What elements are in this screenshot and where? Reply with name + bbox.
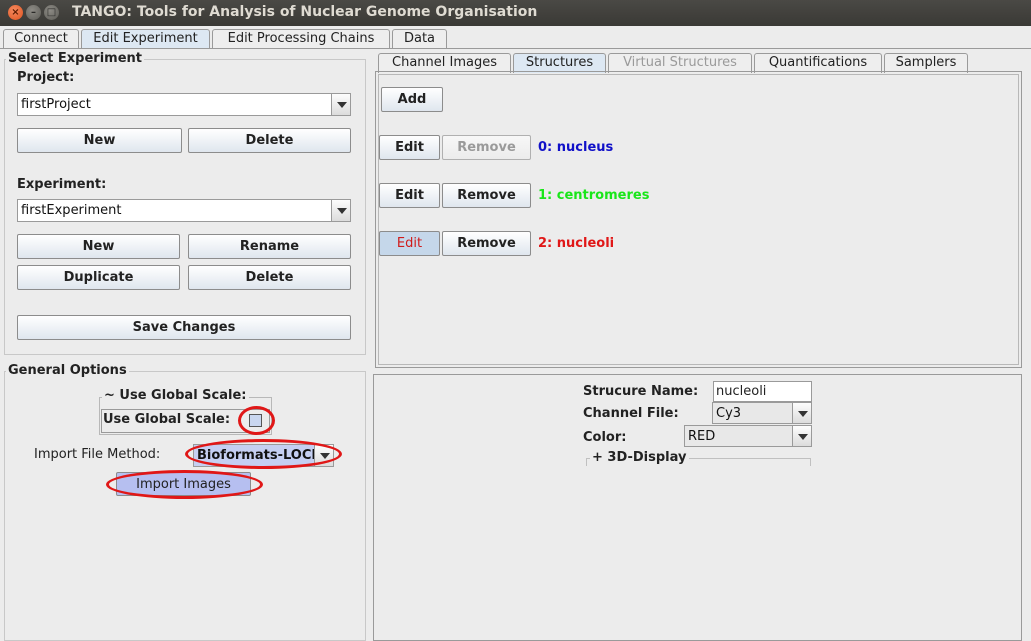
import-method-label: Import File Method:	[34, 447, 161, 462]
window-title: TANGO: Tools for Analysis of Nuclear Gen…	[72, 4, 538, 20]
add-structure-button[interactable]: Add	[381, 87, 443, 112]
project-select[interactable]: firstProject	[17, 93, 351, 116]
color-label: Color:	[583, 430, 627, 445]
chevron-down-icon[interactable]	[314, 445, 333, 466]
save-changes-button[interactable]: Save Changes	[17, 315, 351, 340]
close-window-button[interactable]: ×	[8, 5, 23, 20]
use-global-scale-checkbox[interactable]	[249, 414, 262, 427]
structure-name-input[interactable]: nucleoli	[713, 381, 812, 402]
experiment-label: Experiment:	[17, 177, 107, 192]
delete-experiment-button[interactable]: Delete	[188, 265, 351, 290]
structure-label: 0: nucleus	[538, 140, 613, 155]
channel-file-select[interactable]: Cy3	[712, 402, 812, 424]
structure-name: 2: nucleoli	[538, 236, 615, 251]
edit-structure-button[interactable]: Edit	[379, 183, 440, 208]
tab-edit-experiment[interactable]: Edit Experiment	[81, 29, 210, 49]
tab-connect[interactable]: Connect	[3, 29, 79, 49]
maximize-window-button[interactable]: □	[44, 5, 59, 20]
tab-samplers[interactable]: Samplers	[884, 53, 968, 73]
edit-structure-button[interactable]: Edit	[379, 231, 440, 256]
structure-name-label: Strucure Name:	[583, 384, 699, 399]
chevron-down-icon[interactable]	[792, 426, 811, 446]
duplicate-experiment-button[interactable]: Duplicate	[17, 265, 180, 290]
structure-label: 2: nucleoli	[538, 236, 614, 251]
general-options-title: General Options	[6, 363, 129, 378]
experiment-select[interactable]: firstExperiment	[17, 199, 351, 222]
structure-name: 1: centromeres	[538, 188, 650, 203]
title-bar: × – □ TANGO: Tools for Analysis of Nucle…	[0, 0, 1031, 26]
chevron-down-icon[interactable]	[792, 403, 811, 423]
select-experiment-title: Select Experiment	[6, 51, 144, 66]
minimize-window-button[interactable]: –	[26, 5, 41, 20]
chevron-down-icon[interactable]	[331, 94, 350, 115]
tab-data[interactable]: Data	[392, 29, 447, 49]
color-value: RED	[688, 429, 716, 444]
import-images-button[interactable]: Import Images	[116, 472, 251, 496]
edit-structure-button[interactable]: Edit	[379, 135, 440, 160]
delete-project-button[interactable]: Delete	[188, 128, 351, 153]
import-method-value: Bioformats-LOCI	[197, 448, 317, 463]
tab-edit-processing-chains[interactable]: Edit Processing Chains	[212, 29, 390, 49]
tab-structures[interactable]: Structures	[513, 53, 606, 73]
3d-display-toggle[interactable]: + 3D-Display	[590, 450, 689, 465]
structure-name: 0: nucleus	[538, 140, 614, 155]
project-label: Project:	[17, 70, 75, 85]
structure-label: 1: centromeres	[538, 188, 649, 203]
use-global-scale-label: Use Global Scale:	[103, 412, 231, 427]
tab-virtual-structures: Virtual Structures	[608, 53, 752, 73]
new-experiment-button[interactable]: New	[17, 234, 180, 259]
structure-details-panel	[373, 374, 1022, 641]
experiment-select-value: firstExperiment	[21, 203, 122, 218]
tab-channel-images[interactable]: Channel Images	[378, 53, 511, 73]
rename-experiment-button[interactable]: Rename	[188, 234, 351, 259]
remove-structure-button: Remove	[442, 135, 531, 160]
remove-structure-button[interactable]: Remove	[442, 231, 531, 256]
chevron-down-icon[interactable]	[331, 200, 350, 221]
tab-divider	[0, 48, 1031, 49]
remove-structure-button[interactable]: Remove	[442, 183, 531, 208]
channel-file-value: Cy3	[716, 406, 742, 421]
channel-file-label: Channel File:	[583, 406, 679, 421]
structures-inner-panel	[378, 74, 1019, 365]
global-scale-group-title: ~ Use Global Scale:	[102, 388, 249, 403]
project-select-value: firstProject	[21, 97, 91, 112]
tab-quantifications[interactable]: Quantifications	[754, 53, 882, 73]
color-select[interactable]: RED	[684, 425, 812, 447]
import-method-select[interactable]: Bioformats-LOCI	[193, 444, 334, 467]
new-project-button[interactable]: New	[17, 128, 182, 153]
